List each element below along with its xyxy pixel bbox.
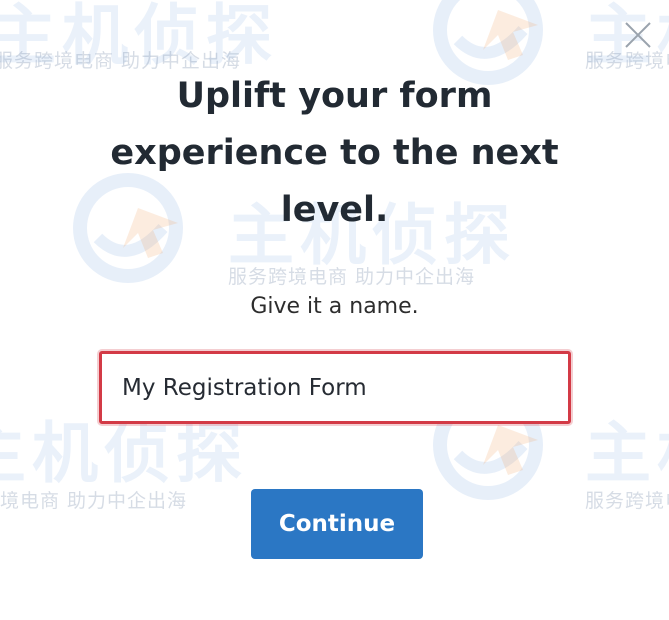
watermark-slogan: 服务跨境电商 助力中企出海 xyxy=(585,490,669,512)
dialog-title: Uplift your form experience to the next … xyxy=(110,76,559,230)
dialog-heading: Uplift your form experience to the next … xyxy=(0,68,669,239)
close-button[interactable] xyxy=(621,18,655,52)
form-name-input[interactable] xyxy=(99,351,571,424)
form-name-prompt: Give it a name. xyxy=(250,294,419,319)
create-form-dialog: 主机侦探 主机侦探 主机侦探 主机侦探 主机侦探 服务跨境电商 助力中企出海 服… xyxy=(0,0,669,620)
close-icon xyxy=(625,22,651,48)
continue-button[interactable]: Continue xyxy=(251,489,423,559)
watermark-brand: 主机侦探 xyxy=(585,415,669,492)
watermark-brand: 主机侦探 xyxy=(0,0,278,74)
watermark-slogan: 服务跨境电商 助力中企出海 xyxy=(228,266,476,288)
watermark-slogan: 服务跨境电商 助力中企出海 xyxy=(0,490,188,512)
